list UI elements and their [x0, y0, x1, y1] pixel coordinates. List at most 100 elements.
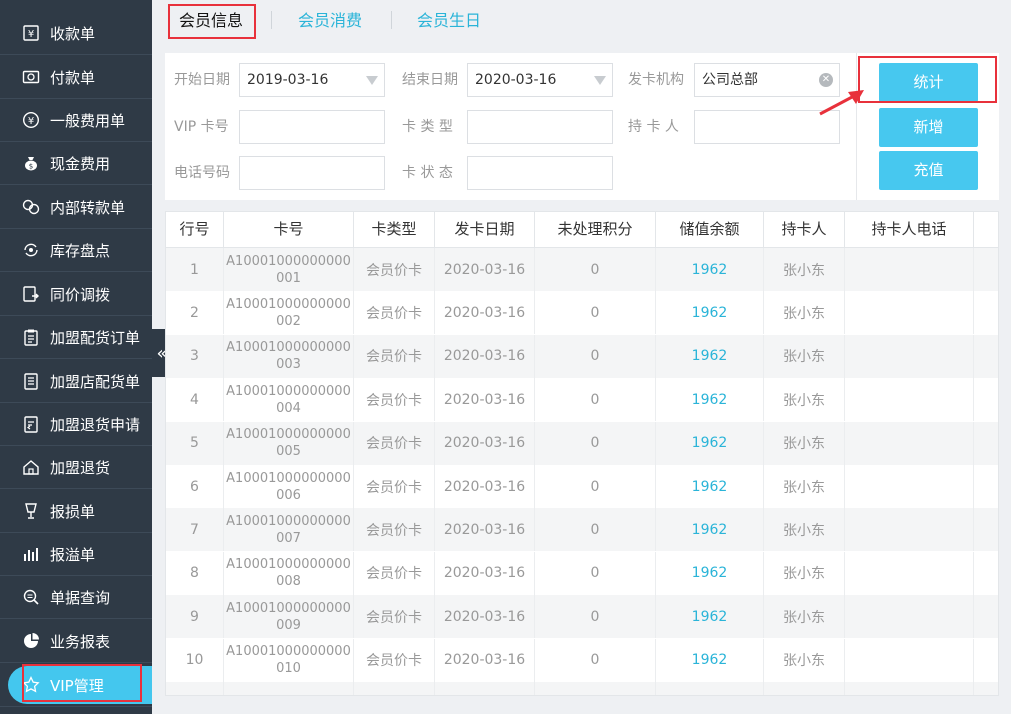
table-row[interactable]: 3 A10001000000000003 会员价卡 2020-03-16 0 1962 张小…: [166, 334, 998, 378]
card-status-input[interactable]: [467, 156, 613, 190]
sidebar-item[interactable]: 业务报表: [0, 620, 152, 663]
end-date-label: 结束日期: [402, 72, 458, 88]
end-date-select[interactable]: 2020-03-16: [467, 63, 613, 97]
holder-cell: 张小东: [764, 508, 845, 552]
search-doc-icon: [21, 587, 41, 607]
member-table: 行号 卡号 卡类型 发卡日期 未处理积分 储值余额 持卡人 持卡人电话 1 A100010000…: [165, 211, 999, 696]
balance-cell[interactable]: [656, 682, 764, 695]
balance-cell[interactable]: 1962: [656, 421, 764, 465]
column-header[interactable]: 储值余额: [656, 212, 764, 247]
transfer-doc-icon: [21, 284, 41, 304]
tab-bar: 会员信息 会员消费 会员生日: [165, 0, 1011, 42]
column-header[interactable]: 发卡日期: [435, 212, 535, 247]
tab-separator: [271, 11, 272, 29]
sidebar-item[interactable]: 加盟退货申请: [0, 403, 152, 446]
return-doc-icon: [21, 414, 41, 434]
recharge-button[interactable]: 充值: [879, 151, 978, 190]
card-type-cell: 会员价卡: [354, 334, 435, 378]
balance-cell[interactable]: 1962: [656, 378, 764, 422]
holder-phone-cell: [845, 291, 974, 335]
column-header[interactable]: 卡类型: [354, 212, 435, 247]
table-row[interactable]: 6 A10001000000000006 会员价卡 2020-03-16 0 1962 张小…: [166, 465, 998, 508]
add-button[interactable]: 新增: [879, 108, 978, 147]
card-number-cell: A10001000000000006: [224, 465, 354, 508]
row-number-cell: 5: [166, 421, 224, 465]
table-row[interactable]: 5 A10001000000000005 会员价卡 2020-03-16 0 1962 张小…: [166, 421, 998, 465]
sidebar-item-label: 报损单: [50, 502, 96, 521]
table-row[interactable]: 7 A10001000000000007 会员价卡 2020-03-16 0 1962 张小…: [166, 508, 998, 552]
sidebar-item[interactable]: ¥ 一般费用单: [0, 99, 152, 142]
sidebar-item[interactable]: $ 现金费用: [0, 142, 152, 185]
sidebar-item[interactable]: 单据查询: [0, 576, 152, 619]
balance-cell[interactable]: 1962: [656, 291, 764, 335]
sidebar-item-label: 现金费用: [50, 154, 111, 173]
highlight-box: [858, 56, 997, 103]
issue-date-cell: 2020-03-16: [435, 595, 535, 639]
sidebar-item-label: 单据查询: [50, 588, 111, 607]
balance-cell[interactable]: 1962: [656, 248, 764, 291]
tab-member-consumption[interactable]: 会员消费: [298, 8, 362, 34]
start-date-select[interactable]: 2019-03-16: [239, 63, 385, 97]
points-cell: 0: [535, 248, 656, 291]
balance-cell[interactable]: 1962: [656, 551, 764, 595]
card-type-input[interactable]: [467, 110, 613, 144]
payment-icon: [21, 67, 41, 87]
card-number-cell: A10001000000000003: [224, 334, 354, 378]
table-row[interactable]: 10 A10001000000000010 会员价卡 2020-03-16 0 1962 张…: [166, 638, 998, 682]
column-header[interactable]: 持卡人: [764, 212, 845, 247]
sidebar-item[interactable]: 加盟退货: [0, 446, 152, 489]
row-number-cell: 2: [166, 291, 224, 335]
row-spacer-cell: [974, 248, 998, 291]
holder-phone-cell: [845, 551, 974, 595]
sidebar-item[interactable]: 报损单: [0, 490, 152, 533]
column-header[interactable]: 行号: [166, 212, 224, 247]
card-type-cell: 会员价卡: [354, 595, 435, 639]
balance-cell[interactable]: 1962: [656, 595, 764, 639]
start-date-value: 2019-03-16: [247, 72, 329, 88]
sidebar-item[interactable]: 付款单: [0, 56, 152, 99]
issue-date-cell: 2020-03-16: [435, 378, 535, 422]
sidebar-item[interactable]: 内部转款单: [0, 186, 152, 229]
holder-cell: 张小东: [764, 334, 845, 378]
highlight-box: [168, 4, 256, 39]
table-row[interactable]: 8 A10001000000000008 会员价卡 2020-03-16 0 1962 张小…: [166, 551, 998, 595]
points-cell: 0: [535, 551, 656, 595]
row-number-cell: [166, 682, 224, 695]
row-spacer-cell: [974, 378, 998, 421]
sidebar-item[interactable]: 加盟配货订单: [0, 316, 152, 359]
card-number-cell: A10001000000000007: [224, 508, 354, 552]
balance-cell[interactable]: 1962: [656, 508, 764, 552]
table-row[interactable]: 4 A10001000000000004 会员价卡 2020-03-16 0 1962 张小…: [166, 378, 998, 422]
table-row[interactable]: A1000100000000: [166, 682, 998, 695]
column-header[interactable]: 持卡人电话: [845, 212, 974, 247]
sidebar-item[interactable]: 报溢单: [0, 533, 152, 576]
transfer-icon: [21, 197, 41, 217]
card-type-cell: 会员价卡: [354, 551, 435, 595]
vip-card-input[interactable]: [239, 110, 385, 144]
svg-text:¥: ¥: [28, 116, 34, 127]
table-row[interactable]: 2 A10001000000000002 会员价卡 2020-03-16 0 1962 张小…: [166, 291, 998, 335]
row-spacer-cell: [974, 595, 998, 638]
tab-separator: [391, 11, 392, 29]
balance-cell[interactable]: 1962: [656, 638, 764, 682]
table-row[interactable]: 9 A10001000000000009 会员价卡 2020-03-16 0 1962 张小…: [166, 595, 998, 639]
sidebar-item[interactable]: ¥ 收款单: [0, 12, 152, 55]
column-header[interactable]: 卡号: [224, 212, 354, 247]
clear-icon[interactable]: ✕: [819, 73, 833, 87]
sidebar-item-label: 报溢单: [50, 545, 96, 564]
sidebar: ¥ 收款单 付款单 ¥ 一般费用单 $ 现金费用 内部转款单 库存盘点 同价调拨 加盟配货订单 加盟店…: [0, 0, 152, 714]
balance-cell[interactable]: 1962: [656, 334, 764, 378]
bar-chart-icon: [21, 544, 41, 564]
issue-date-cell: [435, 682, 535, 695]
sidebar-item-label: 加盟退货: [50, 458, 111, 477]
sidebar-item[interactable]: 加盟店配货单: [0, 360, 152, 403]
table-row[interactable]: 1 A10001000000000001 会员价卡 2020-03-16 0 1962 张小…: [166, 248, 998, 291]
balance-cell[interactable]: 1962: [656, 465, 764, 508]
tab-member-birthday[interactable]: 会员生日: [417, 8, 481, 34]
phone-input[interactable]: [239, 156, 385, 190]
clipboard-icon: [21, 327, 41, 347]
sidebar-item[interactable]: 库存盘点: [0, 229, 152, 272]
issue-date-cell: 2020-03-16: [435, 248, 535, 291]
sidebar-item[interactable]: 同价调拨: [0, 273, 152, 316]
column-header[interactable]: 未处理积分: [535, 212, 656, 247]
